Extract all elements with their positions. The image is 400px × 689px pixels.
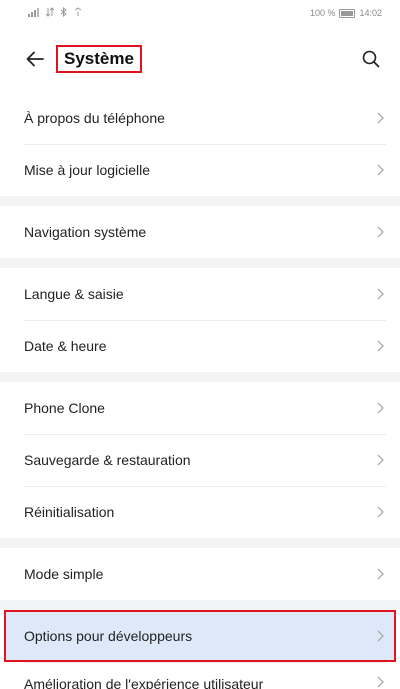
back-button[interactable] — [22, 46, 48, 72]
bluetooth-icon — [60, 6, 67, 19]
divider — [0, 196, 400, 206]
menu-item-label: Mode simple — [24, 566, 104, 582]
menu-item-label: Phone Clone — [24, 400, 105, 416]
search-button[interactable] — [358, 46, 384, 72]
battery-percent: 100 % — [309, 8, 336, 18]
menu-item-about-phone[interactable]: À propos du téléphone — [0, 92, 400, 144]
menu-item-label: À propos du téléphone — [24, 110, 165, 126]
menu-item-user-experience[interactable]: Amélioration de l'expérience utilisateur — [0, 662, 400, 689]
menu-item-system-navigation[interactable]: Navigation système — [0, 206, 400, 258]
divider — [0, 258, 400, 268]
menu-item-developer-options[interactable]: Options pour développeurs — [4, 610, 396, 662]
settings-group-navigation: Navigation système — [0, 206, 400, 258]
status-bar: 100 % 14:02 — [0, 0, 400, 26]
menu-item-simple-mode[interactable]: Mode simple — [0, 548, 400, 600]
menu-item-software-update[interactable]: Mise à jour logicielle — [0, 144, 400, 196]
menu-item-phone-clone[interactable]: Phone Clone — [0, 382, 400, 434]
chevron-right-icon — [374, 506, 386, 518]
chevron-right-icon — [374, 164, 386, 176]
menu-item-backup-restore[interactable]: Sauvegarde & restauration — [0, 434, 400, 486]
chevron-right-icon — [374, 112, 386, 124]
chevron-right-icon — [374, 568, 386, 580]
menu-item-date-time[interactable]: Date & heure — [0, 320, 400, 372]
menu-item-label: Mise à jour logicielle — [24, 162, 151, 178]
settings-group-about: À propos du téléphone Mise à jour logici… — [0, 92, 400, 196]
settings-group-developer: Options pour développeurs Amélioration d… — [0, 610, 400, 689]
settings-group-backup: Phone Clone Sauvegarde & restauration Ré… — [0, 382, 400, 538]
divider — [0, 600, 400, 610]
menu-item-label: Navigation système — [24, 224, 147, 240]
search-icon — [362, 50, 380, 68]
chevron-right-icon — [374, 454, 386, 466]
data-icon — [45, 7, 55, 19]
menu-item-label: Langue & saisie — [24, 286, 124, 302]
menu-item-label: Date & heure — [24, 338, 107, 354]
header: Système — [0, 26, 400, 92]
chevron-right-icon — [374, 340, 386, 352]
menu-item-language-input[interactable]: Langue & saisie — [0, 268, 400, 320]
settings-screen: 100 % 14:02 Système À propos du téléphon… — [0, 0, 400, 689]
menu-item-label: Réinitialisation — [24, 504, 115, 520]
battery-icon — [339, 8, 356, 18]
status-time: 14:02 — [359, 8, 382, 18]
menu-item-reset[interactable]: Réinitialisation — [0, 486, 400, 538]
chevron-right-icon — [374, 288, 386, 300]
wifi-icon — [73, 7, 83, 19]
chevron-right-icon — [374, 676, 386, 688]
arrow-left-icon — [26, 51, 44, 67]
menu-item-label: Sauvegarde & restauration — [24, 452, 191, 468]
page-title: Système — [56, 45, 142, 73]
status-icons-left — [28, 6, 83, 19]
menu-item-label: Options pour développeurs — [24, 628, 193, 644]
menu-item-label: Amélioration de l'expérience utilisateur — [24, 676, 264, 689]
settings-group-simple-mode: Mode simple — [0, 548, 400, 600]
signal-icon — [28, 7, 40, 19]
chevron-right-icon — [374, 630, 386, 642]
divider — [0, 372, 400, 382]
status-icons-right: 100 % 14:02 — [310, 8, 382, 18]
settings-group-language: Langue & saisie Date & heure — [0, 268, 400, 372]
chevron-right-icon — [374, 226, 386, 238]
divider — [0, 538, 400, 548]
chevron-right-icon — [374, 402, 386, 414]
